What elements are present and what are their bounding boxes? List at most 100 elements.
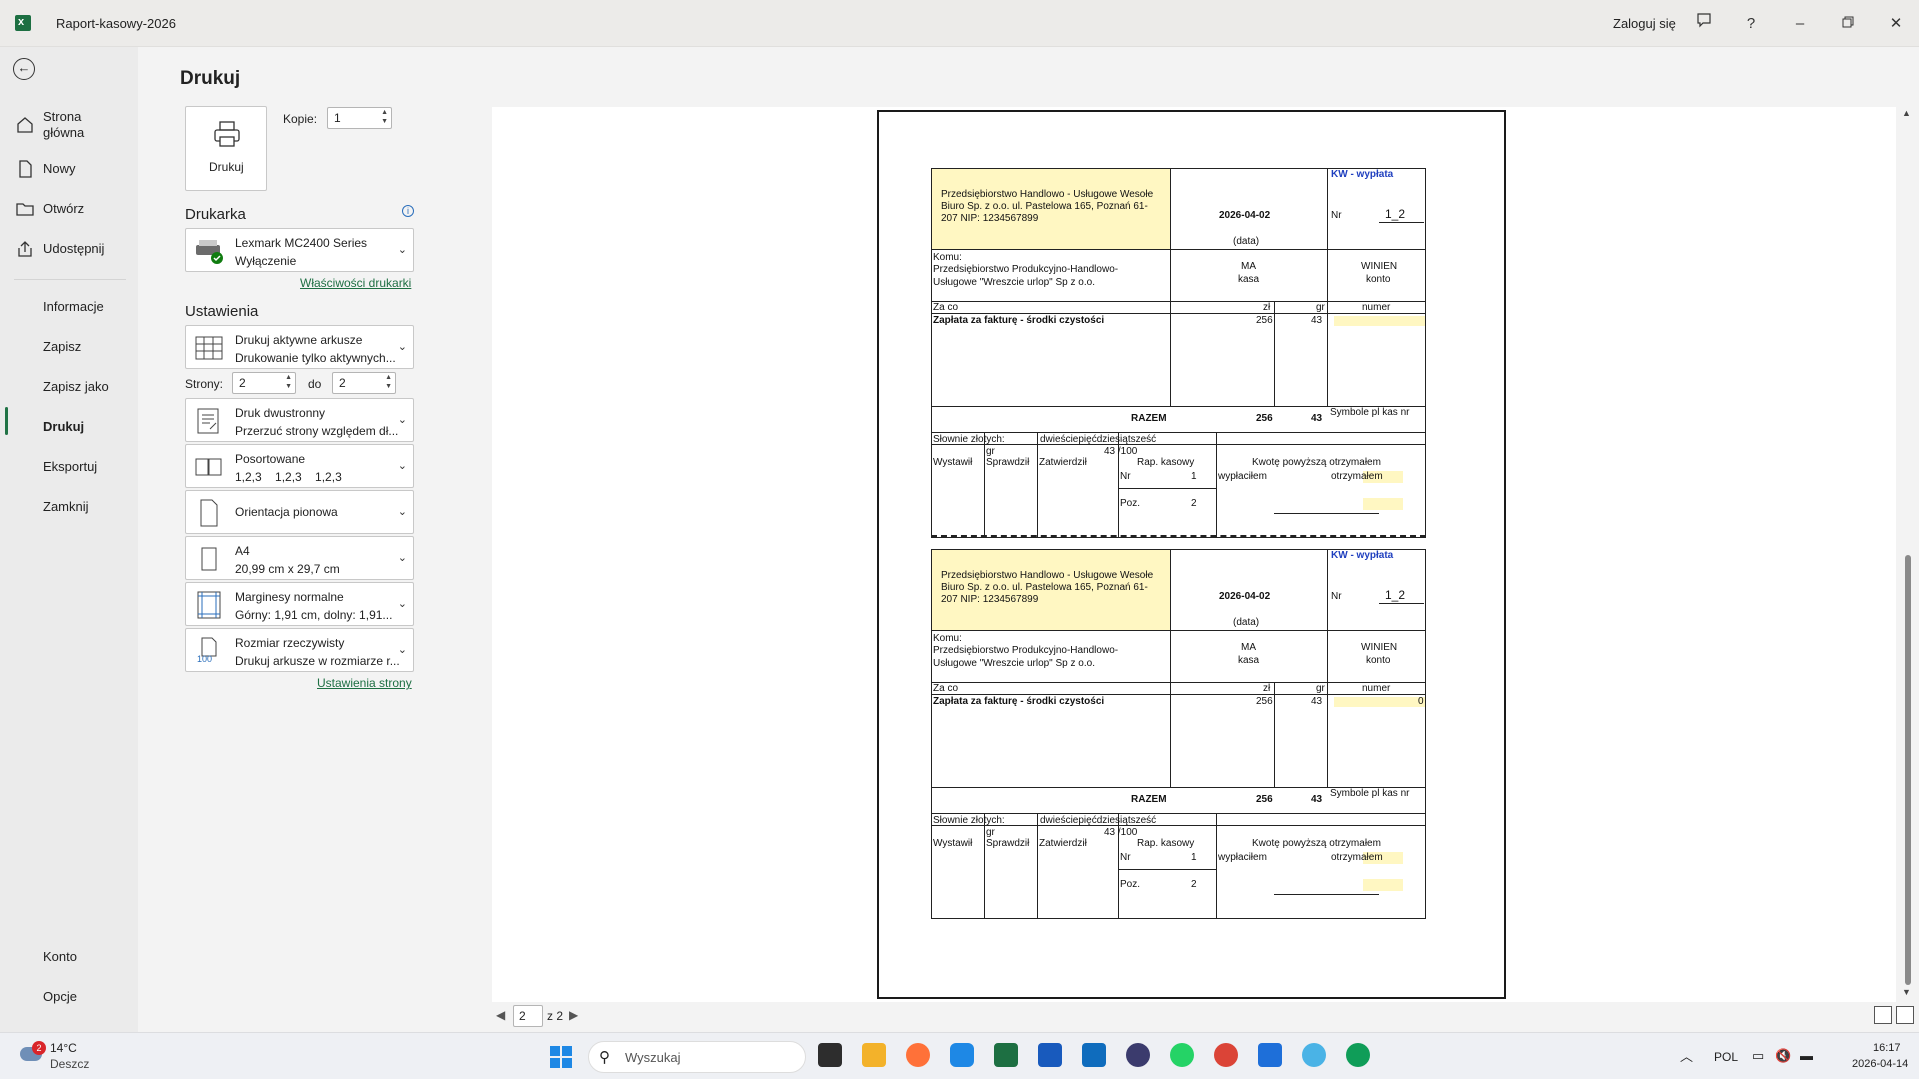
weather-icon[interactable]: 2 bbox=[18, 1041, 46, 1067]
info-icon[interactable]: i bbox=[402, 205, 414, 217]
sign-in-link[interactable]: Zaloguj się bbox=[1613, 16, 1676, 31]
print-button[interactable]: Drukuj bbox=[185, 106, 267, 191]
nav-export[interactable]: Eksportuj bbox=[0, 452, 138, 482]
chrome-profile-icon[interactable] bbox=[1346, 1043, 1370, 1067]
nav-print[interactable]: Drukuj bbox=[0, 412, 138, 442]
zoom-to-page-icon[interactable] bbox=[1896, 1006, 1914, 1024]
pages-to-stepper[interactable]: 2 ▲ ▼ bbox=[332, 372, 396, 394]
voucher-amount-zl: 256 bbox=[1256, 794, 1273, 805]
table-rule bbox=[1379, 222, 1424, 223]
page-setup-link[interactable]: Ustawienia strony bbox=[317, 676, 412, 690]
outlook-icon[interactable] bbox=[1082, 1043, 1106, 1067]
defender-icon[interactable] bbox=[950, 1043, 974, 1067]
printer-properties-link[interactable]: Właściwości drukarki bbox=[300, 276, 411, 290]
clock-time[interactable]: 16:17 bbox=[1873, 1042, 1901, 1054]
voucher-slownie-value: dwieściepięćdziesiątsześć bbox=[1040, 815, 1157, 826]
copies-stepper[interactable]: 1 ▲ ▼ bbox=[327, 107, 392, 129]
chevron-down-icon: ⌄ bbox=[397, 644, 407, 656]
excel-taskbar-icon[interactable] bbox=[994, 1043, 1018, 1067]
voucher-gr: gr bbox=[1316, 302, 1325, 313]
word-taskbar-icon[interactable] bbox=[1038, 1043, 1062, 1067]
clock-date[interactable]: 2026-04-14 bbox=[1852, 1058, 1908, 1070]
prev-page-icon[interactable]: ◀ bbox=[496, 1008, 505, 1022]
duplex-label: Druk dwustronny bbox=[235, 406, 326, 420]
voucher-komu: Komu: bbox=[933, 252, 962, 263]
scrollbar-thumb[interactable] bbox=[1905, 555, 1911, 985]
help-button[interactable]: ? bbox=[1731, 10, 1771, 38]
nav-options[interactable]: Opcje bbox=[0, 982, 138, 1012]
minimize-icon[interactable]: – bbox=[1780, 10, 1820, 38]
back-arrow-icon[interactable]: ← bbox=[13, 58, 35, 80]
windows-start-icon[interactable] bbox=[550, 1046, 572, 1068]
voucher-kwote: Kwotę powyższą otrzymałem bbox=[1252, 457, 1381, 468]
feedback-icon[interactable] bbox=[1684, 10, 1724, 38]
close-icon[interactable]: ✕ bbox=[1876, 10, 1916, 38]
whatsapp-icon[interactable] bbox=[1170, 1043, 1194, 1067]
printer-name: Lexmark MC2400 Series bbox=[235, 236, 368, 250]
table-rule bbox=[1274, 301, 1275, 406]
paper-size-select[interactable]: A4 20,99 cm x 29,7 cm ⌄ bbox=[185, 536, 414, 580]
nav-share[interactable]: Udostępnij bbox=[0, 234, 138, 264]
stepper-arrows-icon[interactable]: ▲ ▼ bbox=[385, 373, 392, 391]
voucher-numer-value: 0 bbox=[1418, 696, 1424, 707]
firefox-icon[interactable] bbox=[906, 1043, 930, 1067]
show-margins-icon[interactable] bbox=[1874, 1006, 1892, 1024]
voucher-amount-zl: 256 bbox=[1256, 696, 1273, 707]
home-icon bbox=[17, 117, 33, 133]
voucher-nr2-value: 1 bbox=[1191, 852, 1197, 863]
vpn-lock-icon[interactable] bbox=[1126, 1043, 1150, 1067]
collate-select[interactable]: Posortowane 1,2,3 1,2,3 1,2,3 ⌄ bbox=[185, 444, 414, 488]
pages-from-stepper[interactable]: 2 ▲ ▼ bbox=[232, 372, 296, 394]
nav-save[interactable]: Zapisz bbox=[0, 332, 138, 362]
voucher-amount-zl: 256 bbox=[1256, 315, 1273, 326]
pages-label: Strony: bbox=[185, 377, 224, 391]
network-icon[interactable]: ▭ bbox=[1752, 1048, 1764, 1064]
nav-print-label: Drukuj bbox=[43, 419, 85, 434]
nav-new[interactable]: Nowy bbox=[0, 154, 138, 184]
next-page-icon[interactable]: ▶ bbox=[569, 1008, 578, 1022]
voucher-wyplacilem: wypłaciłem bbox=[1218, 852, 1267, 863]
volume-muted-icon[interactable]: 🔇 bbox=[1775, 1048, 1791, 1064]
print-what-select[interactable]: Drukuj aktywne arkusze Drukowanie tylko … bbox=[185, 325, 414, 369]
nav-open[interactable]: Otwórz bbox=[0, 194, 138, 224]
table-rule bbox=[931, 630, 1426, 631]
voucher-date-label: (data) bbox=[1233, 236, 1260, 247]
page-number-input[interactable]: 2 bbox=[513, 1005, 543, 1027]
nav-home[interactable]: Strona główna bbox=[0, 105, 138, 145]
chevron-down-icon: ⌄ bbox=[397, 506, 407, 518]
nav-account[interactable]: Konto bbox=[0, 942, 138, 972]
orientation-select[interactable]: Orientacja pionowa ⌄ bbox=[185, 490, 414, 534]
settings-app-icon[interactable] bbox=[1302, 1043, 1326, 1067]
scroll-up-icon[interactable]: ▲ bbox=[1902, 108, 1911, 118]
stepper-arrows-icon[interactable]: ▲ ▼ bbox=[285, 373, 292, 391]
table-rule bbox=[931, 432, 1426, 433]
chevron-up-icon[interactable]: ︿ bbox=[1680, 1046, 1693, 1065]
nav-info[interactable]: Informacje bbox=[0, 292, 138, 322]
chrome-icon[interactable] bbox=[1214, 1043, 1238, 1067]
printer-select[interactable]: Lexmark MC2400 Series Wyłączenie ⌄ bbox=[185, 228, 414, 272]
cash-voucher-1: Przedsiębiorstwo Handlowo - Usługowe Wes… bbox=[931, 168, 1426, 538]
voucher-poz: Poz. bbox=[1120, 498, 1141, 509]
task-view-icon[interactable] bbox=[818, 1043, 842, 1067]
voucher-desc: Zapłata za fakturę - środki czystości bbox=[933, 696, 1105, 707]
nav-save-as[interactable]: Zapisz jako bbox=[0, 372, 138, 402]
restore-icon[interactable] bbox=[1828, 10, 1868, 38]
battery-icon[interactable]: ▬ bbox=[1800, 1048, 1813, 1063]
printer-icon bbox=[214, 121, 240, 147]
taskbar-search[interactable]: ⚲ Wyszukaj bbox=[588, 1041, 806, 1073]
margins-select[interactable]: Marginesy normalne Górny: 1,91 cm, dolny… bbox=[185, 582, 414, 626]
voucher-razem: RAZEM bbox=[1131, 794, 1167, 805]
notepad-icon[interactable] bbox=[1258, 1043, 1282, 1067]
nav-close[interactable]: Zamknij bbox=[0, 492, 138, 522]
duplex-select[interactable]: Druk dwustronny Przerzuć strony względem… bbox=[185, 398, 414, 442]
scroll-down-icon[interactable]: ▼ bbox=[1902, 987, 1911, 997]
current-page: 2 bbox=[519, 1009, 526, 1023]
excel-logo-icon: x bbox=[15, 15, 31, 31]
scaling-select[interactable]: 100 Rozmiar rzeczywisty Drukuj arkusze w… bbox=[185, 628, 414, 672]
file-explorer-icon[interactable] bbox=[862, 1043, 886, 1067]
nav-open-label: Otwórz bbox=[43, 201, 85, 216]
voucher-za-co: Za co bbox=[933, 683, 959, 694]
input-language[interactable]: POL bbox=[1714, 1050, 1738, 1064]
stepper-arrows-icon[interactable]: ▲ ▼ bbox=[381, 108, 388, 126]
voucher-komu: Komu: bbox=[933, 633, 962, 644]
